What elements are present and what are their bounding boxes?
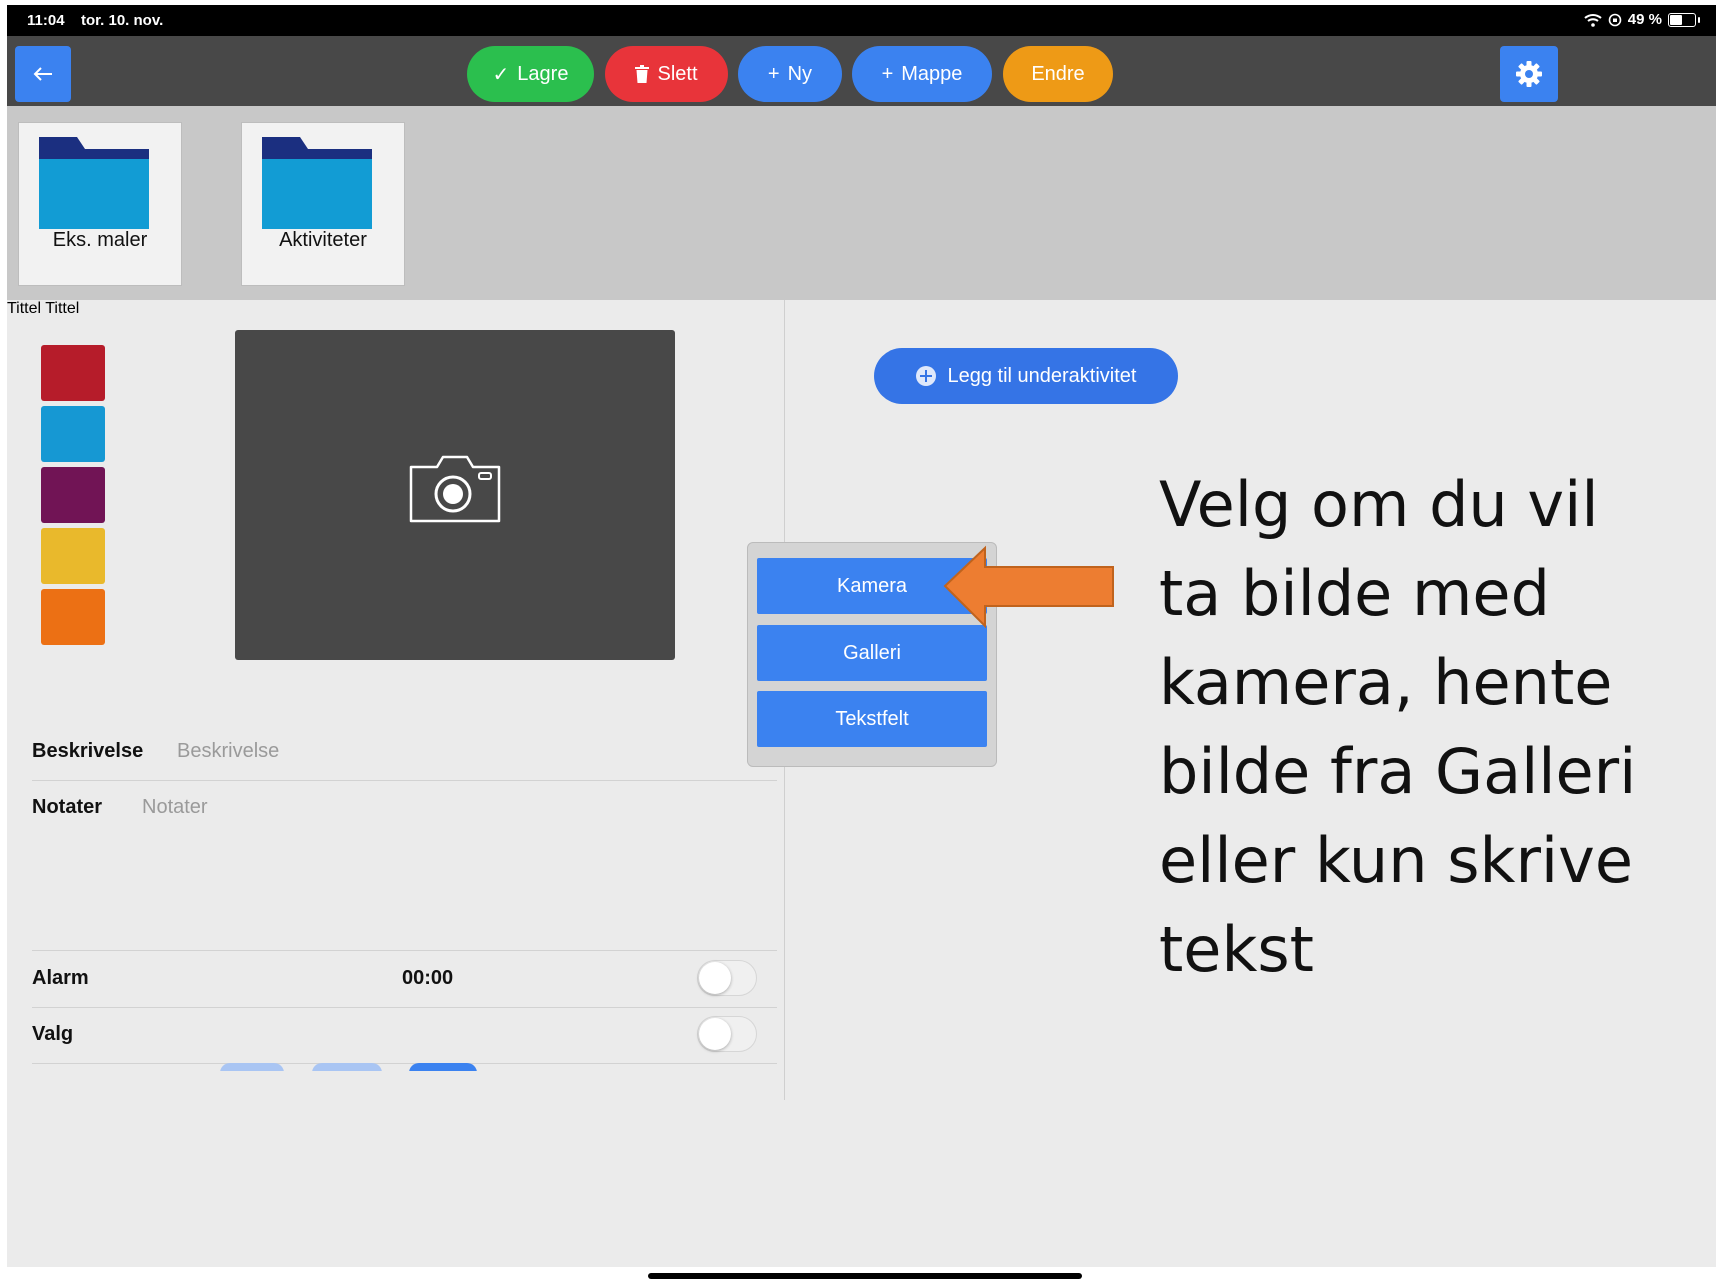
new-button[interactable]: + Ny — [738, 46, 842, 102]
notes-label: Notater — [32, 796, 103, 818]
status-right: 49 % — [1584, 11, 1700, 28]
new-folder-button-label: Mappe — [901, 62, 963, 85]
partial-button — [220, 1063, 284, 1071]
alarm-toggle[interactable] — [697, 960, 757, 996]
folder-icon — [262, 137, 372, 229]
back-button[interactable] — [15, 46, 71, 102]
notes-input[interactable]: Notater — [142, 796, 208, 819]
save-button-label: Lagre — [517, 62, 569, 85]
arrow-left-icon — [33, 67, 52, 81]
trash-icon — [635, 65, 650, 83]
color-swatch-purple[interactable] — [41, 467, 105, 523]
delete-button-label: Slett — [657, 62, 698, 85]
instruction-line: eller kun skrive — [1159, 824, 1633, 897]
alarm-row: Alarm 00:00 — [32, 951, 777, 1008]
status-bar: 11:04 tor. 10. nov. 49 % — [7, 5, 1716, 36]
folder-icon — [39, 137, 149, 229]
folder-aktiviteter[interactable]: Aktiviteter — [241, 122, 405, 286]
folder-strip: Eks. maler Aktiviteter — [7, 106, 1716, 300]
description-row: Beskrivelse Beskrivelse — [32, 724, 777, 781]
instruction-line: kamera, hente — [1159, 646, 1613, 719]
toolbar: ✓ Lagre Slett + Ny + Mappe Endre — [7, 36, 1716, 106]
check-icon: ✓ — [492, 63, 510, 86]
image-placeholder[interactable] — [235, 330, 675, 660]
plus-icon: + — [881, 62, 894, 85]
edit-button[interactable]: Endre — [1003, 46, 1113, 102]
instruction-line: tekst — [1159, 913, 1314, 986]
folder-eks-maler[interactable]: Eks. maler — [18, 122, 182, 286]
camera-icon — [409, 455, 501, 523]
status-time: 11:04 — [27, 12, 65, 29]
textfield-option[interactable]: Tekstfelt — [757, 691, 987, 747]
add-subactivity-button[interactable]: Legg til underaktivitet — [874, 348, 1178, 404]
choice-toggle[interactable] — [697, 1016, 757, 1052]
gallery-option[interactable]: Galleri — [757, 625, 987, 681]
add-subactivity-label: Legg til underaktivitet — [947, 364, 1137, 387]
ipad-screen: 11:04 tor. 10. nov. 49 % ✓ Lagre Slett +… — [7, 5, 1716, 1267]
save-button[interactable]: ✓ Lagre — [467, 46, 594, 102]
partial-row — [32, 1063, 777, 1071]
new-button-label: Ny — [787, 62, 813, 85]
instruction-line: ta bilde med — [1159, 557, 1550, 630]
partial-button — [409, 1063, 477, 1071]
title-label: Tittel — [7, 300, 42, 317]
color-swatch-yellow[interactable] — [41, 528, 105, 584]
title-row: Tittel Tittel — [7, 300, 783, 318]
folder-label: Aktiviteter — [279, 229, 367, 251]
alarm-time[interactable]: 00:00 — [402, 967, 453, 990]
choice-label: Valg — [32, 1023, 74, 1045]
home-indicator — [648, 1273, 1082, 1279]
battery-icon — [1668, 12, 1700, 27]
wifi-icon — [1584, 13, 1602, 27]
color-swatch-red[interactable] — [41, 345, 105, 401]
plus-circle-icon — [916, 366, 937, 386]
description-label: Beskrivelse — [32, 740, 144, 762]
alarm-label: Alarm — [32, 967, 89, 989]
choice-row: Valg — [32, 1007, 777, 1064]
annotation-arrow — [943, 545, 1114, 629]
gear-icon — [1516, 61, 1542, 87]
color-swatch-blue[interactable] — [41, 406, 105, 462]
activity-editor: Tittel Tittel Beskrivelse Beskrivelse No… — [7, 300, 783, 1267]
plus-icon: + — [767, 62, 780, 85]
orientation-lock-icon — [1608, 13, 1622, 26]
description-input[interactable]: Beskrivelse — [177, 740, 279, 763]
settings-button[interactable] — [1500, 46, 1558, 102]
delete-button[interactable]: Slett — [605, 46, 728, 102]
instruction-text: Velg om du vil ta bilde med kamera, hent… — [1159, 460, 1679, 994]
folder-label: Eks. maler — [52, 229, 148, 251]
color-swatch-orange[interactable] — [41, 589, 105, 645]
notes-row: Notater Notater — [32, 780, 777, 951]
status-date: tor. 10. nov. — [81, 12, 164, 29]
instruction-line: Velg om du vil — [1159, 468, 1599, 541]
edit-button-label: Endre — [1031, 62, 1085, 85]
instruction-line: bilde fra Galleri — [1159, 735, 1637, 808]
new-folder-button[interactable]: + Mappe — [852, 46, 992, 102]
title-input[interactable]: Tittel — [45, 300, 79, 317]
battery-percent: 49 % — [1627, 11, 1662, 28]
partial-button — [312, 1063, 382, 1071]
